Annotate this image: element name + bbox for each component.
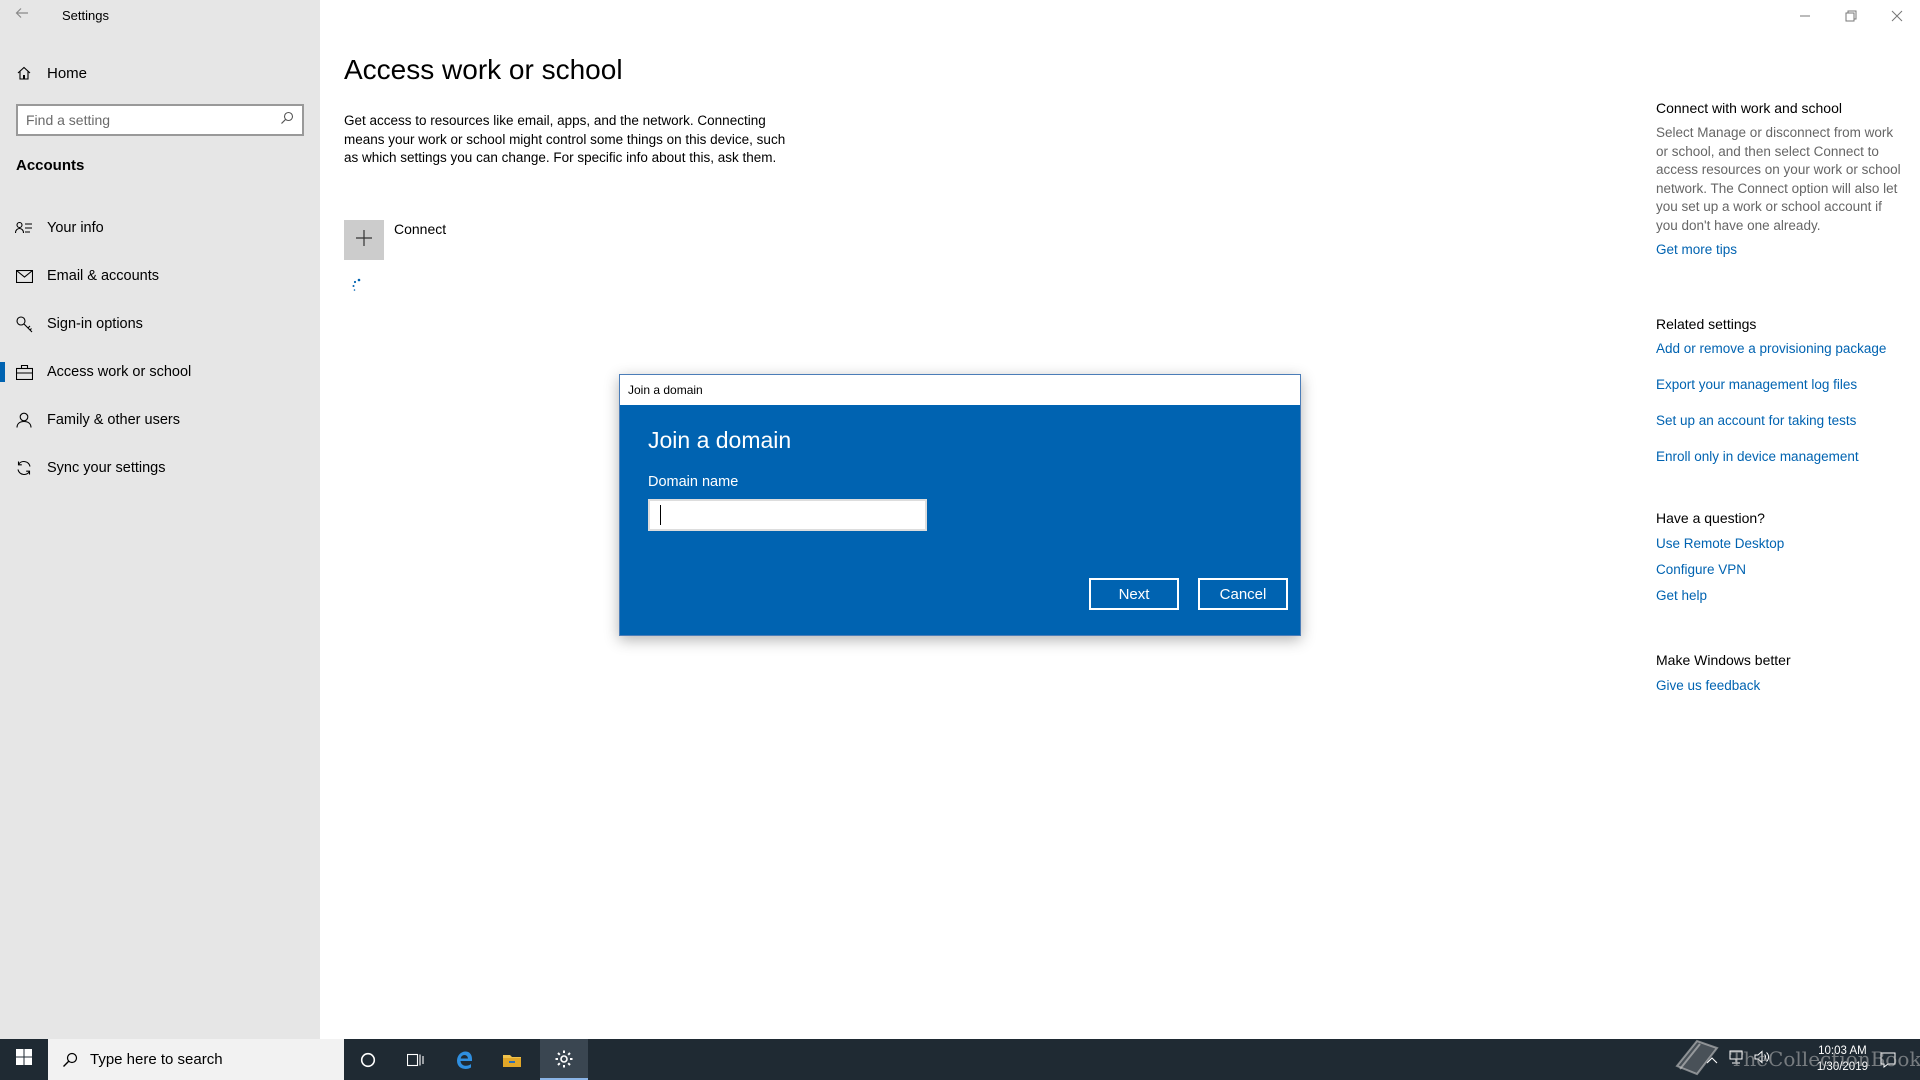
key-icon (15, 315, 33, 333)
book-logo-icon (1672, 1036, 1722, 1080)
sidebar-item-email-accounts[interactable]: Email & accounts (0, 252, 320, 300)
taskbar-search-box[interactable]: Type here to search (48, 1039, 344, 1080)
sidebar-item-home[interactable]: Home (16, 62, 87, 84)
sidebar-nav: Your info Email & accounts Sign-in optio… (0, 204, 320, 492)
back-arrow-icon[interactable] (14, 5, 34, 25)
home-label: Home (47, 64, 88, 82)
connect-label[interactable]: Connect (394, 221, 446, 237)
link-give-feedback[interactable]: Give us feedback (1656, 678, 1906, 693)
sidebar-item-access-work-or-school[interactable]: Access work or school (0, 348, 320, 396)
link-taking-tests[interactable]: Set up an account for taking tests (1656, 413, 1906, 428)
find-setting-input[interactable] (26, 112, 280, 128)
link-export-log-files[interactable]: Export your management log files (1656, 377, 1906, 392)
help-panel: Connect with work and school Select Mana… (1656, 100, 1906, 693)
sidebar: Settings Home Accounts Your info Email &… (0, 0, 320, 1039)
edge-browser-icon[interactable] (440, 1039, 488, 1080)
minimize-icon[interactable] (1782, 0, 1828, 32)
sync-icon (15, 459, 33, 477)
text-caret (660, 505, 661, 525)
sidebar-item-your-info[interactable]: Your info (0, 204, 320, 252)
restore-icon[interactable] (1828, 0, 1874, 32)
search-icon[interactable] (280, 111, 294, 130)
sidebar-item-label: Your info (47, 220, 104, 236)
sidebar-item-label: Email & accounts (47, 268, 160, 284)
start-button[interactable] (0, 1039, 48, 1080)
dialog-heading: Join a domain (648, 427, 792, 453)
windows-logo-icon (16, 1049, 32, 1070)
watermark: TheCollectionBook (1672, 1036, 1920, 1080)
sidebar-item-sign-in-options[interactable]: Sign-in options (0, 300, 320, 348)
app-title: Settings (62, 8, 109, 23)
section-label-accounts: Accounts (16, 157, 85, 174)
question-heading: Have a question? (1656, 510, 1765, 526)
watermark-text: TheCollectionBook (1730, 1046, 1920, 1071)
dialog-titlebar: Join a domain (620, 375, 1300, 405)
link-device-management[interactable]: Enroll only in device management (1656, 449, 1906, 464)
domain-name-label: Domain name (648, 474, 739, 490)
link-configure-vpn[interactable]: Configure VPN (1656, 562, 1906, 577)
sidebar-item-label: Sync your settings (47, 460, 166, 476)
loading-spinner-icon (351, 278, 367, 294)
get-more-tips-link[interactable]: Get more tips (1656, 242, 1906, 257)
settings-app-icon[interactable] (540, 1039, 588, 1080)
task-view-icon[interactable] (392, 1039, 440, 1080)
briefcase-icon (15, 363, 33, 381)
sidebar-item-sync-settings[interactable]: Sync your settings (0, 444, 320, 492)
mail-icon (15, 267, 33, 285)
find-setting-search[interactable] (16, 104, 304, 136)
sidebar-item-family-other-users[interactable]: Family & other users (0, 396, 320, 444)
page-title: Access work or school (344, 54, 623, 85)
next-button[interactable]: Next (1089, 578, 1179, 610)
cancel-button[interactable]: Cancel (1198, 578, 1288, 610)
connect-help-heading: Connect with work and school (1656, 100, 1842, 116)
link-get-help[interactable]: Get help (1656, 588, 1906, 603)
domain-name-input[interactable] (648, 499, 927, 531)
page-description: Get access to resources like email, apps… (344, 113, 786, 165)
related-settings-heading: Related settings (1656, 316, 1757, 332)
connect-help-text: Select Manage or disconnect from work or… (1656, 125, 1901, 233)
sidebar-item-label: Family & other users (47, 412, 180, 428)
person-icon (15, 411, 33, 429)
windows-better-heading: Make Windows better (1656, 652, 1791, 668)
person-card-icon (15, 219, 33, 237)
link-remote-desktop[interactable]: Use Remote Desktop (1656, 536, 1906, 551)
plus-icon (356, 229, 372, 251)
taskbar: Type here to search 10:03 AM 1/30/2019 (0, 1039, 1920, 1080)
sidebar-item-label: Access work or school (47, 364, 192, 380)
search-icon (62, 1052, 78, 1068)
link-provisioning-package[interactable]: Add or remove a provisioning package (1656, 341, 1906, 356)
connect-button[interactable] (344, 220, 384, 260)
close-icon[interactable] (1874, 0, 1920, 32)
home-icon (16, 65, 32, 81)
cortana-icon[interactable] (344, 1039, 392, 1080)
sidebar-item-label: Sign-in options (47, 316, 143, 332)
taskbar-search-placeholder: Type here to search (90, 1051, 223, 1068)
join-domain-dialog: Join a domain Join a domain Domain name … (619, 374, 1301, 636)
file-explorer-icon[interactable] (488, 1039, 536, 1080)
